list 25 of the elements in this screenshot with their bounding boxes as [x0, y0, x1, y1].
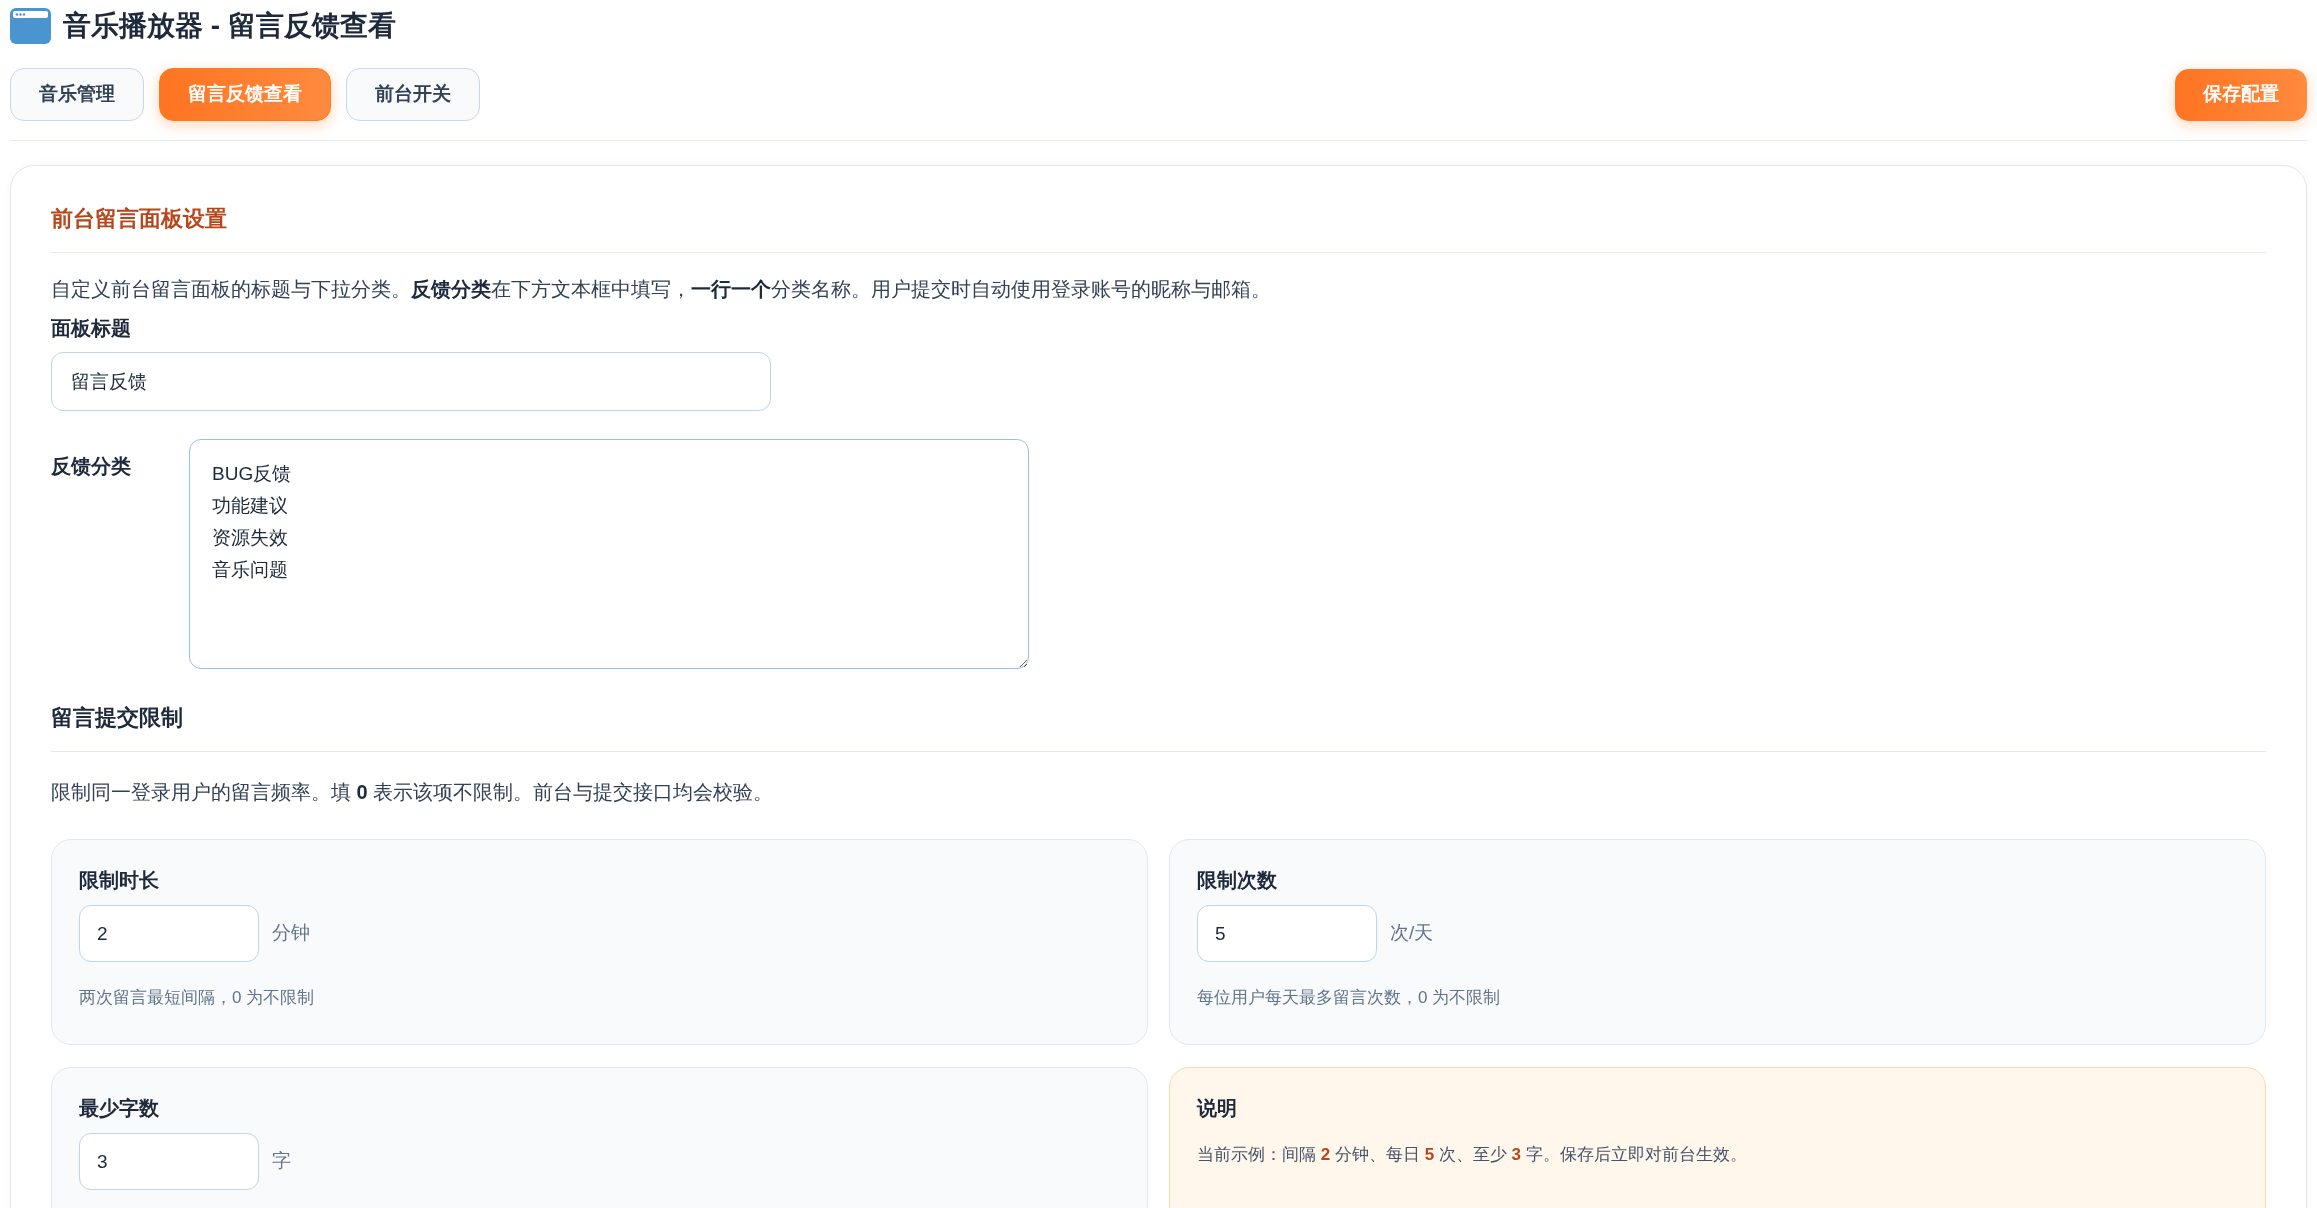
- page-title: 音乐播放器 - 留言反馈查看: [63, 9, 396, 43]
- number-input[interactable]: 5: [1197, 905, 1377, 962]
- field-hint: 两次留言最短间隔，0 为不限制: [79, 987, 316, 1009]
- unit-label: 字: [272, 1149, 291, 1174]
- tab[interactable]: 音乐管理: [10, 68, 144, 121]
- section-description: 自定义前台留言面板的标题与下拉分类。反馈分类在下方文本框中填写，一行一个分类名称。用户提交时自动使用登录账号的昵称与邮箱。: [51, 277, 1272, 302]
- window-icon: [10, 8, 51, 44]
- field-label: 面板标题: [51, 316, 131, 341]
- unit-label: 次/天: [1390, 921, 1434, 946]
- note-title: 说明: [1197, 1096, 1238, 1121]
- unit-label: 分钟: [272, 921, 310, 946]
- categories-textarea[interactable]: BUG反馈 功能建议 资源失效 音乐问题: [189, 439, 1029, 669]
- field-hint: 每位用户每天最多留言次数，0 为不限制: [1197, 987, 1502, 1009]
- section-title: 留言提交限制: [51, 704, 184, 732]
- section-title: 前台留言面板设置: [51, 205, 228, 233]
- note-text: 当前示例：间隔 2 分钟、每日 5 次、至少 3 字。保存后立即对前台生效。: [1197, 1144, 1748, 1166]
- tab[interactable]: 前台开关: [346, 68, 480, 121]
- field-label: 反馈分类: [51, 454, 132, 479]
- field-label: 限制时长: [79, 868, 160, 893]
- panel-title-input[interactable]: 留言反馈: [51, 352, 771, 411]
- field-label: 限制次数: [1197, 868, 1278, 893]
- field-label: 最少字数: [79, 1096, 160, 1121]
- section-description: 限制同一登录用户的留言频率。填 0 表示该项不限制。前台与提交接口均会校验。: [51, 780, 775, 805]
- number-input[interactable]: 3: [79, 1133, 259, 1190]
- number-input[interactable]: 2: [79, 905, 259, 962]
